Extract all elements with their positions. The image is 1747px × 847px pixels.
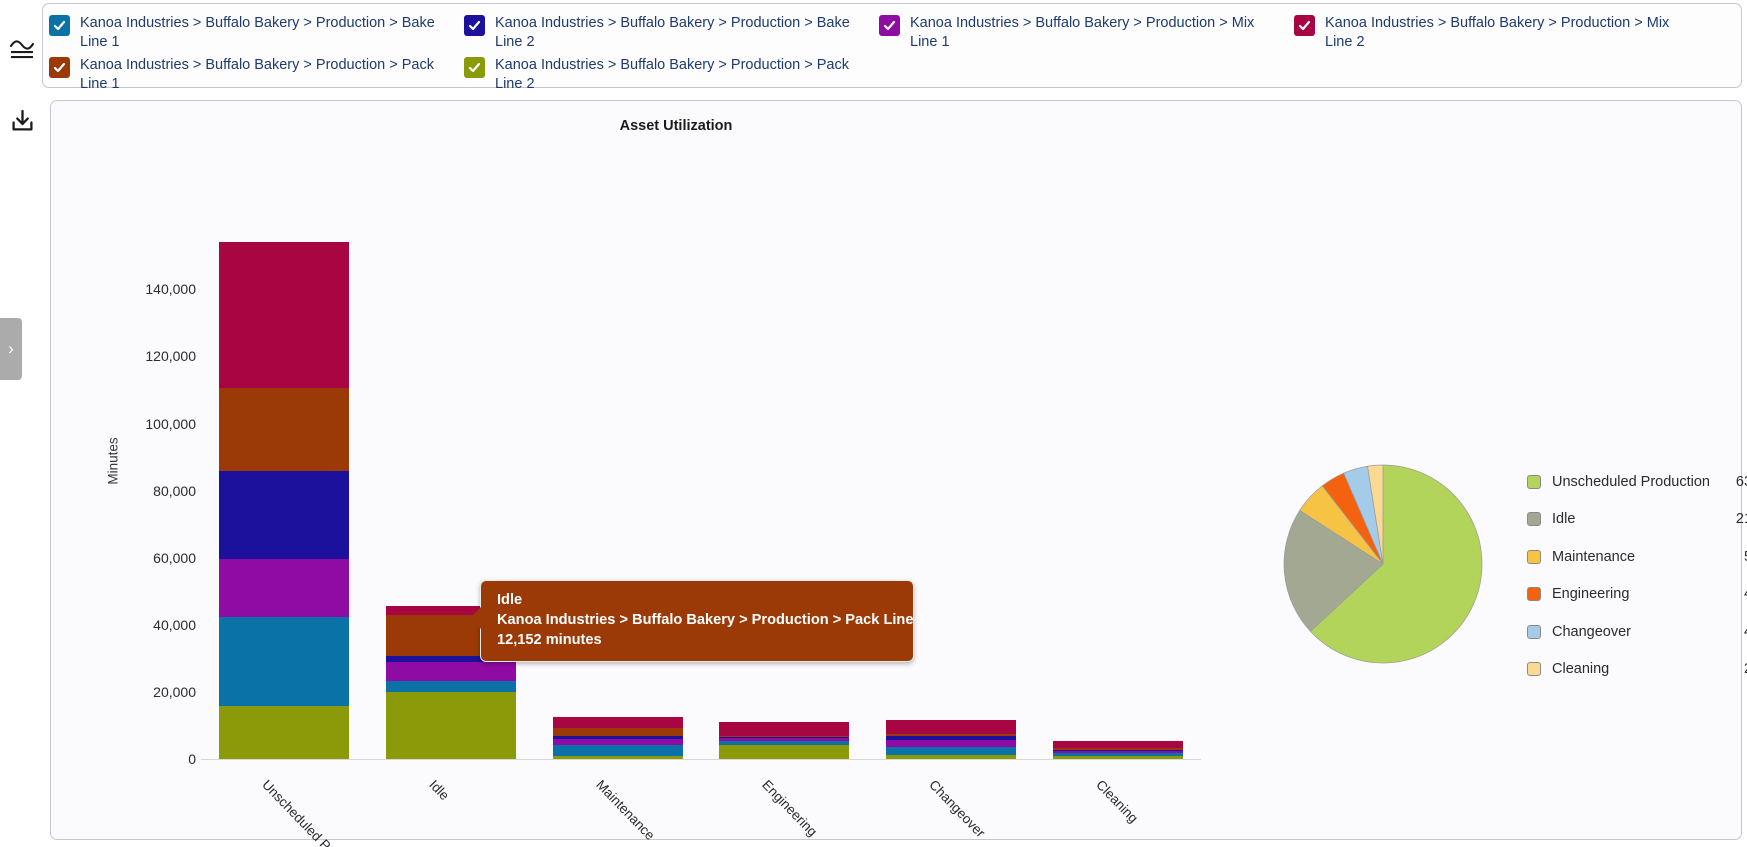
legend-label: Maintenance [1552, 548, 1636, 565]
series-filter-item[interactable]: Kanoa Industries > Buffalo Bakery > Prod… [464, 10, 879, 52]
series-filter-label: Kanoa Industries > Buffalo Bakery > Prod… [1325, 15, 1670, 50]
tooltip-series: Kanoa Industries > Buffalo Bakery > Prod… [497, 612, 926, 628]
series-filter-item[interactable]: Kanoa Industries > Buffalo Bakery > Prod… [464, 52, 879, 94]
legend-label: Engineering [1552, 586, 1630, 603]
pie-legend: Unscheduled Production 63.1% Idle 21.0% Main… [1527, 463, 1747, 688]
legend-label: Changeover [1552, 623, 1631, 640]
plot-area: Minutes 0 20,000 40,000 60,000 80,000 100,000… [51, 101, 1743, 847]
bar-segment[interactable] [386, 662, 516, 682]
series-filter-item[interactable]: Kanoa Industries > Buffalo Bakery > Prod… [49, 52, 464, 94]
y-axis-tick: 120,000 [145, 348, 196, 365]
chevron-right-icon: › [8, 339, 14, 358]
bar-segment[interactable] [719, 722, 850, 736]
download-icon[interactable] [6, 105, 38, 137]
series-filter-label: Kanoa Industries > Buffalo Bakery > Prod… [80, 57, 434, 92]
bar-segment[interactable] [552, 744, 683, 756]
legend-percent: 21.0% [1735, 511, 1747, 528]
series-filter-item[interactable]: Kanoa Industries > Buffalo Bakery > Prod… [49, 10, 464, 52]
bar-segment[interactable] [219, 617, 350, 706]
legend-color-swatch [1527, 549, 1541, 564]
series-filter-label: Kanoa Industries > Buffalo Bakery > Prod… [495, 15, 850, 50]
bar-segment[interactable] [719, 744, 850, 759]
legend-color-swatch [1527, 512, 1541, 527]
legend-label: Unscheduled Production [1552, 473, 1710, 490]
series-filter-label: Kanoa Industries > Buffalo Bakery > Prod… [80, 15, 435, 50]
bar-segment[interactable] [1052, 740, 1183, 748]
legend-color-swatch [1527, 624, 1541, 639]
panel-expand-handle[interactable]: › [0, 318, 22, 380]
y-axis-tick: 140,000 [145, 281, 196, 298]
bar-tooltip: Idle Kanoa Industries > Buffalo Bakery >… [470, 580, 926, 662]
bar-segment[interactable] [886, 739, 1016, 747]
bar-group[interactable] [552, 716, 683, 759]
x-axis-label: Maintenance [592, 777, 658, 844]
pie-legend-row[interactable]: Unscheduled Production 63.1% [1527, 463, 1747, 501]
bar-segment[interactable] [886, 720, 1016, 734]
pie-legend-row[interactable]: Idle 21.0% [1527, 501, 1747, 539]
pie-svg [1283, 464, 1483, 664]
tooltip-value: 12,152 minutes [497, 632, 602, 648]
y-axis-tick: 40,000 [153, 616, 196, 633]
bar-segment[interactable] [219, 471, 350, 560]
checkbox-checked-icon[interactable] [49, 15, 70, 36]
series-filter-label: Kanoa Industries > Buffalo Bakery > Prod… [910, 15, 1255, 50]
checkbox-checked-icon[interactable] [879, 15, 900, 36]
asset-utilization-chart-card: Asset Utilization Minutes 0 20,000 40,000 6… [50, 100, 1747, 847]
legend-color-swatch [1527, 587, 1541, 602]
x-axis-label: Cleaning [1092, 777, 1141, 826]
y-axis-tick: 0 [188, 751, 196, 767]
tooltip-category: Idle [497, 592, 523, 608]
bar-segment[interactable] [219, 242, 350, 388]
bar-segment[interactable] [552, 716, 683, 728]
bar-segment[interactable] [886, 755, 1016, 759]
series-filter-grid: Kanoa Industries > Buffalo Bakery > Prod… [49, 10, 1735, 92]
bar-segment[interactable] [219, 388, 350, 472]
pie-legend-row[interactable]: Cleaning2.5% [1527, 651, 1747, 689]
checkbox-checked-icon[interactable] [464, 57, 485, 78]
series-filter-panel: Kanoa Industries > Buffalo Bakery > Prod… [42, 3, 1742, 92]
y-axis-tick: 80,000 [153, 482, 196, 499]
checkbox-checked-icon[interactable] [49, 57, 70, 78]
bar-segment[interactable] [552, 755, 683, 759]
bar-group[interactable] [1052, 740, 1183, 759]
x-axis-baseline [201, 759, 1201, 760]
checkbox-checked-icon[interactable] [1294, 15, 1315, 36]
legend-percent: 63.1% [1735, 473, 1747, 490]
x-axis-label: Engineering [759, 777, 821, 840]
y-axis-ticks: 0 20,000 40,000 60,000 80,000 100,000 120,000 1… [81, 101, 196, 841]
bar-segment[interactable] [219, 559, 350, 618]
legend-color-swatch [1527, 474, 1541, 489]
bar-segment[interactable] [219, 706, 350, 759]
pie-legend-row[interactable]: Maintenance5.4% [1527, 538, 1747, 576]
bar-segment[interactable] [386, 692, 516, 759]
filter-empty-cell [879, 52, 1294, 94]
y-axis-tick: 20,000 [153, 683, 196, 700]
y-axis-tick: 100,000 [145, 415, 196, 432]
y-axis-tick: 60,000 [153, 549, 196, 566]
checkbox-checked-icon[interactable] [464, 15, 485, 36]
series-filter-item[interactable]: Kanoa Industries > Buffalo Bakery > Prod… [879, 10, 1294, 52]
filter-empty-cell [1294, 52, 1709, 94]
series-filter-item[interactable]: Kanoa Industries > Buffalo Bakery > Prod… [1294, 10, 1709, 52]
pie-legend-row[interactable]: Engineering4.0% [1527, 576, 1747, 614]
utilization-pie-chart [1283, 464, 1483, 664]
legend-label: Idle [1552, 511, 1576, 528]
app-root: › Kanoa Industries > Buffalo Bakery > Pr… [0, 0, 1747, 847]
legend-label: Cleaning [1552, 661, 1610, 678]
bar-segment[interactable] [1052, 756, 1183, 759]
left-rail [0, 0, 42, 847]
legend-color-swatch [1527, 662, 1541, 677]
bar-segment[interactable] [386, 681, 516, 693]
x-axis-label: Idle [426, 777, 453, 804]
bar-segment[interactable] [886, 746, 1016, 756]
series-filter-label: Kanoa Industries > Buffalo Bakery > Prod… [495, 57, 849, 92]
bar-group[interactable] [219, 242, 350, 759]
x-axis-label: Changeover [926, 777, 989, 841]
x-axis-label: Unscheduled Production [259, 777, 373, 847]
bar-segment[interactable] [552, 727, 683, 737]
bar-group[interactable] [719, 722, 850, 759]
bar-group[interactable] [886, 720, 1016, 759]
pie-legend-row[interactable]: Changeover4.0% [1527, 613, 1747, 651]
chart-wave-icon[interactable] [6, 34, 38, 66]
